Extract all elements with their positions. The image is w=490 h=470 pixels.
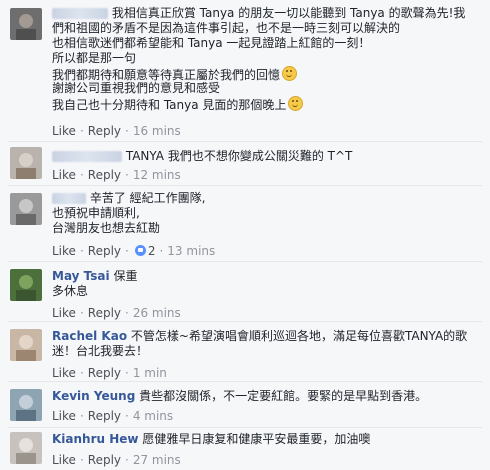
author-name[interactable]: Rachel Kao	[52, 329, 127, 343]
like-link[interactable]: Like	[52, 306, 76, 320]
comment-text: 貴些都沒關係，不一定要紅館。要緊的是早點到香港。	[139, 389, 428, 403]
comment-text: 我們都期待和願意等待真正屬於我們的回憶	[52, 68, 281, 82]
comment-text: 所以都是那一句	[52, 51, 137, 65]
author-name[interactable]: May Tsai	[52, 269, 110, 283]
reply-link[interactable]: Reply	[88, 244, 121, 258]
divider	[8, 381, 482, 382]
timestamp[interactable]: 12 mins	[133, 168, 181, 182]
reply-link[interactable]: Reply	[88, 306, 121, 320]
avatar-image	[10, 8, 42, 40]
avatar[interactable]	[10, 8, 42, 40]
timestamp[interactable]: 1 min	[133, 366, 167, 380]
like-link[interactable]: Like	[52, 453, 76, 467]
comment-text: TANYA 我們也不想你變成公關災難的 T^T	[125, 149, 353, 163]
avatar-image	[10, 432, 42, 464]
comment-text: 們和祖國的矛盾不是因為這件事引起，也不是一時三刻可以解決的	[52, 21, 401, 35]
reply-link[interactable]: Reply	[88, 124, 121, 138]
author-name[interactable]: Kianhru Hew	[52, 432, 139, 446]
like-thumb-icon[interactable]	[134, 245, 146, 256]
timestamp[interactable]: 16 mins	[133, 124, 181, 138]
comment-text: 謝謝公司重視我們的意見和感受	[52, 81, 221, 95]
comment-text: 不管怎樣~希望演唱會順利巡迴各地，滿足每位喜歡TANYA的歌	[130, 329, 468, 343]
comment-text: 保重	[113, 269, 138, 283]
comment-text: 我自己也十分期待和 Tanya 見面的那個晚上	[52, 98, 287, 112]
timestamp[interactable]: 27 mins	[133, 453, 181, 467]
comment-feed: 我相信真正欣賞 Tanya 的朋友一切以能聽到 Tanya 的歌聲為先!我 們和…	[0, 0, 490, 470]
comment-text: 愿健雅早日康复和健康平安最重要，加油噢	[142, 432, 371, 446]
avatar[interactable]	[10, 329, 42, 361]
like-link[interactable]: Like	[52, 168, 76, 182]
avatar-image	[10, 269, 42, 301]
reply-link[interactable]: Reply	[88, 409, 121, 423]
avatar[interactable]	[10, 193, 42, 225]
like-link[interactable]: Like	[52, 366, 76, 380]
divider	[8, 185, 482, 186]
divider	[8, 261, 482, 262]
timestamp[interactable]: 4 mins	[133, 409, 173, 423]
comment-text: 我相信真正欣賞 Tanya 的朋友一切以能聽到 Tanya 的歌聲為先!我	[111, 6, 466, 20]
redacted-author-name[interactable]	[52, 193, 86, 204]
redacted-author-name[interactable]	[52, 8, 108, 19]
smile-emoji-icon	[282, 66, 298, 81]
divider	[8, 141, 482, 142]
reply-link[interactable]: Reply	[88, 168, 121, 182]
comment-text: 迷！台北我要去！	[52, 344, 149, 358]
comment-text: 辛苦了 經紀工作團隊,	[89, 191, 206, 205]
comment-text: 台灣朋友也想去紅勘	[52, 221, 161, 235]
avatar[interactable]	[10, 389, 42, 421]
comment-text: 也相信歌迷們都希望能和 Tanya 一起見證踏上紅館的一刻！	[52, 36, 371, 50]
timestamp[interactable]: 13 mins	[167, 244, 215, 258]
avatar[interactable]	[10, 432, 42, 464]
comment-text: 多休息	[52, 284, 89, 298]
like-link[interactable]: Like	[52, 124, 76, 138]
timestamp[interactable]: 26 mins	[133, 306, 181, 320]
avatar[interactable]	[10, 147, 42, 179]
author-name[interactable]: Kevin Yeung	[52, 389, 135, 403]
avatar-image	[10, 389, 42, 421]
like-link[interactable]: Like	[52, 244, 76, 258]
reply-link[interactable]: Reply	[88, 366, 121, 380]
avatar-image	[10, 329, 42, 361]
avatar-image	[10, 147, 42, 179]
divider	[8, 427, 482, 428]
comment-text: 也預祝申請順利,	[52, 206, 140, 220]
avatar-image	[10, 193, 42, 225]
like-link[interactable]: Like	[52, 409, 76, 423]
avatar[interactable]	[10, 269, 42, 301]
reply-link[interactable]: Reply	[88, 453, 121, 467]
smile-emoji-icon	[288, 96, 304, 111]
redacted-author-name[interactable]	[52, 151, 122, 162]
divider	[8, 321, 482, 322]
